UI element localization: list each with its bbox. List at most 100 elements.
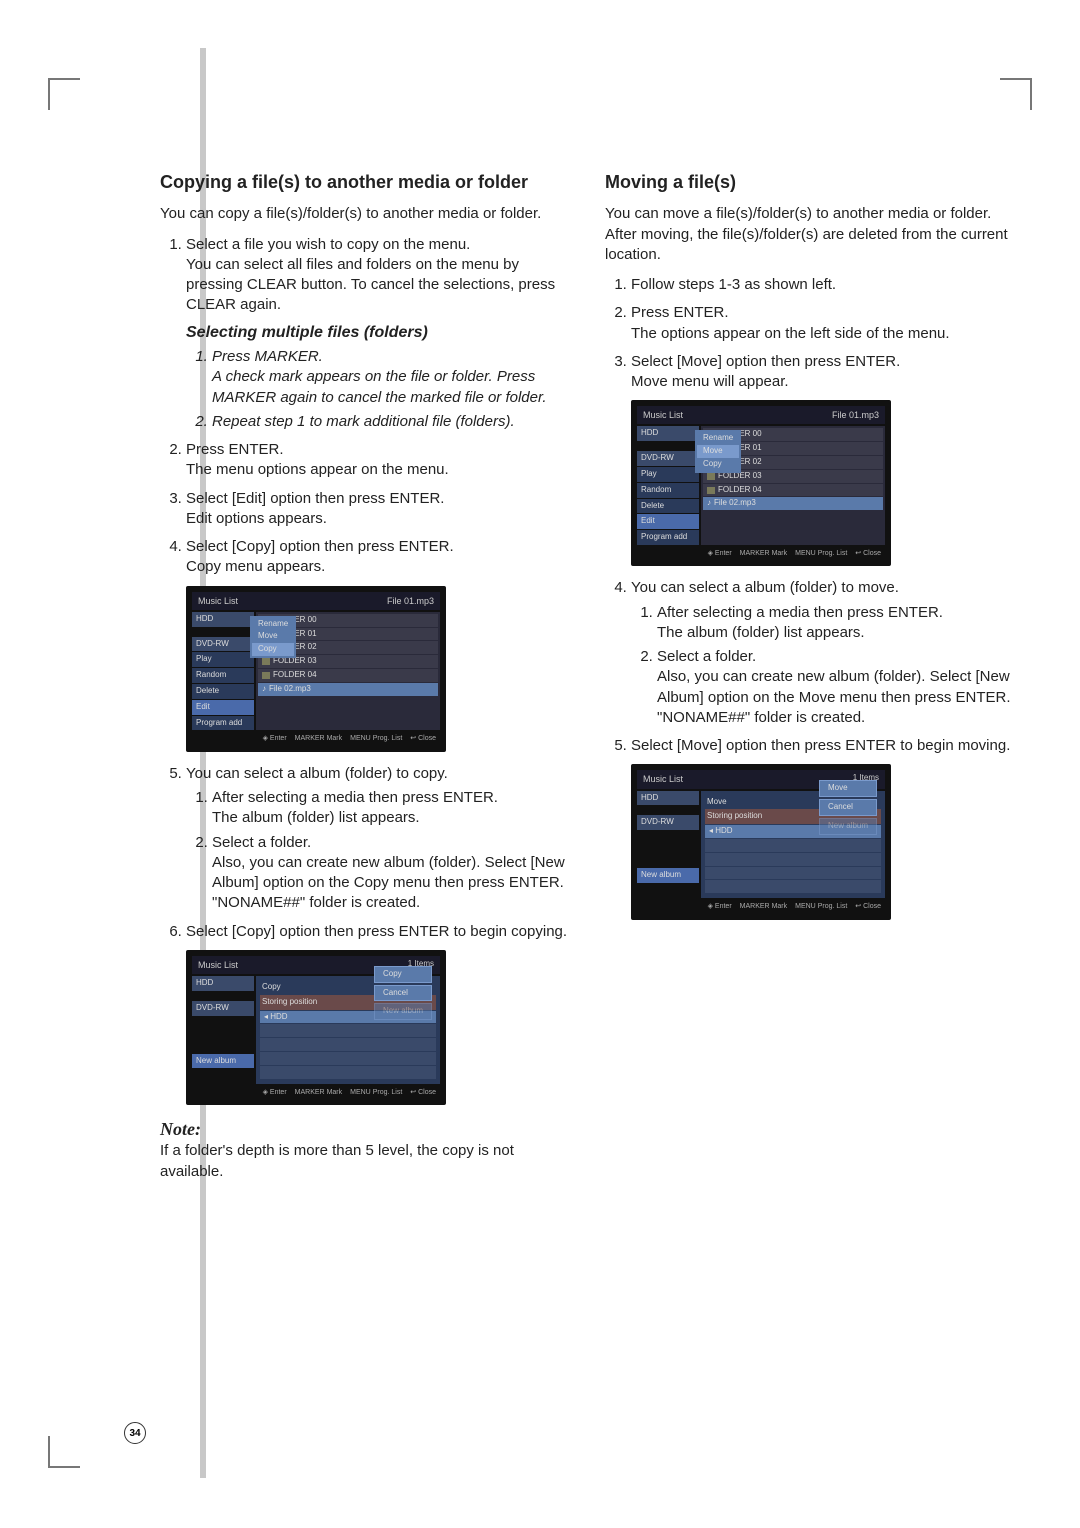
copy-step-1: Select a file you wish to copy on the me… bbox=[186, 235, 575, 433]
ss2-btn-cancel: Cancel bbox=[374, 985, 432, 1002]
copy-step-3b: Edit options appears. bbox=[186, 510, 327, 527]
ss4-new-album: New album bbox=[637, 868, 699, 883]
ss1-body: HDD DVD-RW Play Random Delete Edit Progr… bbox=[192, 612, 440, 731]
copy-step-2b: The menu options appear on the menu. bbox=[186, 461, 449, 478]
folder-icon bbox=[262, 658, 270, 665]
multi-steps: Press MARKER. A check mark appears on th… bbox=[186, 347, 575, 432]
ss3-edit-popup: Rename Move Copy bbox=[695, 430, 741, 472]
page-frame: Copying a file(s) to another media or fo… bbox=[0, 0, 1080, 1528]
move-step-2: Press ENTER. The options appear on the l… bbox=[631, 303, 1020, 344]
ss2-dvdrw: DVD-RW bbox=[192, 1001, 254, 1016]
copy-step-6: Select [Copy] option then press ENTER to… bbox=[186, 922, 575, 942]
ss2-dest-blank2 bbox=[260, 1038, 436, 1051]
ss2-hdd: HDD bbox=[192, 976, 254, 991]
ss3-hdd: HDD bbox=[637, 426, 699, 441]
ss2-dest-blank3 bbox=[260, 1052, 436, 1065]
move-step-5: Select [Move] option then press ENTER to… bbox=[631, 736, 1020, 756]
note-body: If a folder's depth is more than 5 level… bbox=[160, 1141, 575, 1182]
multi-heading: Selecting multiple files (folders) bbox=[186, 322, 575, 344]
move-step-4-sub: After selecting a media then press ENTER… bbox=[631, 603, 1020, 729]
ss4-dest-blank1 bbox=[705, 839, 881, 852]
move-intro: You can move a file(s)/folder(s) to anot… bbox=[605, 204, 1020, 265]
copy-step-1a: Select a file you wish to copy on the me… bbox=[186, 236, 470, 253]
move-step-4-1: After selecting a media then press ENTER… bbox=[657, 603, 1020, 644]
copy-step-3: Select [Edit] option then press ENTER. E… bbox=[186, 489, 575, 530]
copy-step-4: Select [Copy] option then press ENTER. C… bbox=[186, 537, 575, 578]
ss3-program-add: Program add bbox=[637, 530, 699, 545]
copy-step-2: Press ENTER. The menu options appear on … bbox=[186, 440, 575, 481]
copy-steps-cont: You can select a album (folder) to copy.… bbox=[160, 764, 575, 942]
copy-step-4a: Select [Copy] option then press ENTER. bbox=[186, 538, 454, 555]
content-columns: Copying a file(s) to another media or fo… bbox=[160, 170, 1020, 1192]
ss4-btn-new-album: New album bbox=[819, 818, 877, 835]
copy-intro: You can copy a file(s)/folder(s) to anot… bbox=[160, 204, 575, 224]
ss1-edit: Edit bbox=[192, 700, 254, 715]
ss3-footer: ◈ Enter MARKER Mark MENU Prog. List ↩ Cl… bbox=[637, 547, 885, 560]
ss3-file: File 01.mp3 bbox=[832, 409, 879, 421]
heading-moving: Moving a file(s) bbox=[605, 170, 1020, 194]
ss1-footer: ◈ Enter MARKER Mark MENU Prog. List ↩ Cl… bbox=[192, 732, 440, 745]
move-step-4: You can select a album (folder) to move.… bbox=[631, 578, 1020, 728]
ss1-file-02: ♪File 02.mp3 bbox=[258, 683, 438, 696]
multi-step-1: Press MARKER. A check mark appears on th… bbox=[212, 347, 575, 408]
folder-icon bbox=[262, 672, 270, 679]
ss4-dest-blank2 bbox=[705, 853, 881, 866]
heading-copying: Copying a file(s) to another media or fo… bbox=[160, 170, 575, 194]
multi-1b: A check mark appears on the file or fold… bbox=[212, 368, 547, 405]
move-step-3: Select [Move] option then press ENTER. M… bbox=[631, 352, 1020, 393]
note-label: Note: bbox=[160, 1117, 575, 1141]
ss4-btn-move: Move bbox=[819, 780, 877, 797]
ss2-action-buttons: Copy Cancel New album bbox=[374, 966, 432, 1020]
ss3-popup-copy: Copy bbox=[697, 458, 739, 471]
ss3-file-02: ♪File 02.mp3 bbox=[703, 497, 883, 510]
ss2-left-panel: HDD DVD-RW New album bbox=[192, 976, 254, 1084]
ss3-body: HDD DVD-RW Play Random Delete Edit Progr… bbox=[637, 426, 885, 545]
ss3-folder-04: FOLDER 04 bbox=[703, 484, 883, 497]
ss1-edit-popup: Rename Move Copy bbox=[250, 616, 296, 658]
copy-step-5-text: You can select a album (folder) to copy. bbox=[186, 765, 448, 782]
ss2-dest-blank4 bbox=[260, 1066, 436, 1079]
ss4-action-buttons: Move Cancel New album bbox=[819, 780, 877, 834]
ss1-dvdrw: DVD-RW bbox=[192, 637, 254, 652]
ss1-delete: Delete bbox=[192, 684, 254, 699]
ss4-dvdrw: DVD-RW bbox=[637, 815, 699, 830]
screenshot-copy-dest: Music List 1 Items HDD DVD-RW New album … bbox=[186, 950, 446, 1105]
ss1-popup-copy: Copy bbox=[252, 643, 294, 656]
screenshot-copy-menu: Music List File 01.mp3 HDD DVD-RW Play R… bbox=[186, 586, 446, 752]
ss2-dest-blank1 bbox=[260, 1024, 436, 1037]
screenshot-move-menu: Music List File 01.mp3 HDD DVD-RW Play R… bbox=[631, 400, 891, 566]
ss1-popup-move: Move bbox=[252, 630, 294, 643]
ss2-btn-copy: Copy bbox=[374, 966, 432, 983]
ss1-play: Play bbox=[192, 652, 254, 667]
copy-step-5-2: Select a folder. Also, you can create ne… bbox=[212, 833, 575, 914]
move-steps-cont: You can select a album (folder) to move.… bbox=[605, 578, 1020, 756]
ss4-dest-blank3 bbox=[705, 867, 881, 880]
ss1-folder-04: FOLDER 04 bbox=[258, 669, 438, 682]
copy-step-3a: Select [Edit] option then press ENTER. bbox=[186, 490, 444, 507]
crop-mark-tr bbox=[1000, 78, 1032, 110]
ss1-title: Music List File 01.mp3 bbox=[192, 592, 440, 610]
folder-icon bbox=[707, 487, 715, 494]
ss3-left-panel: HDD DVD-RW Play Random Delete Edit Progr… bbox=[637, 426, 699, 545]
ss3-delete: Delete bbox=[637, 499, 699, 514]
right-column: Moving a file(s) You can move a file(s)/… bbox=[605, 170, 1020, 1192]
ss4-left-panel: HDD DVD-RW New album bbox=[637, 791, 699, 899]
ss1-file: File 01.mp3 bbox=[387, 595, 434, 607]
ss3-popup-move: Move bbox=[697, 445, 739, 458]
left-column: Copying a file(s) to another media or fo… bbox=[160, 170, 575, 1192]
ss3-dvdrw: DVD-RW bbox=[637, 451, 699, 466]
folder-icon bbox=[707, 473, 715, 480]
multi-1a: Press MARKER. bbox=[212, 348, 323, 365]
ss1-popup-rename: Rename bbox=[252, 618, 294, 631]
move-step-1: Follow steps 1-3 as shown left. bbox=[631, 275, 1020, 295]
ss1-left-panel: HDD DVD-RW Play Random Delete Edit Progr… bbox=[192, 612, 254, 731]
ss2-footer: ◈ Enter MARKER Mark MENU Prog. List ↩ Cl… bbox=[192, 1086, 440, 1099]
ss3-edit: Edit bbox=[637, 514, 699, 529]
move-steps: Follow steps 1-3 as shown left. Press EN… bbox=[605, 275, 1020, 392]
ss3-random: Random bbox=[637, 483, 699, 498]
copy-step-5-sub: After selecting a media then press ENTER… bbox=[186, 788, 575, 914]
ss2-new-album: New album bbox=[192, 1054, 254, 1069]
ss2-btn-new-album: New album bbox=[374, 1003, 432, 1020]
copy-steps: Select a file you wish to copy on the me… bbox=[160, 235, 575, 578]
copy-step-1b: You can select all files and folders on … bbox=[186, 256, 555, 314]
